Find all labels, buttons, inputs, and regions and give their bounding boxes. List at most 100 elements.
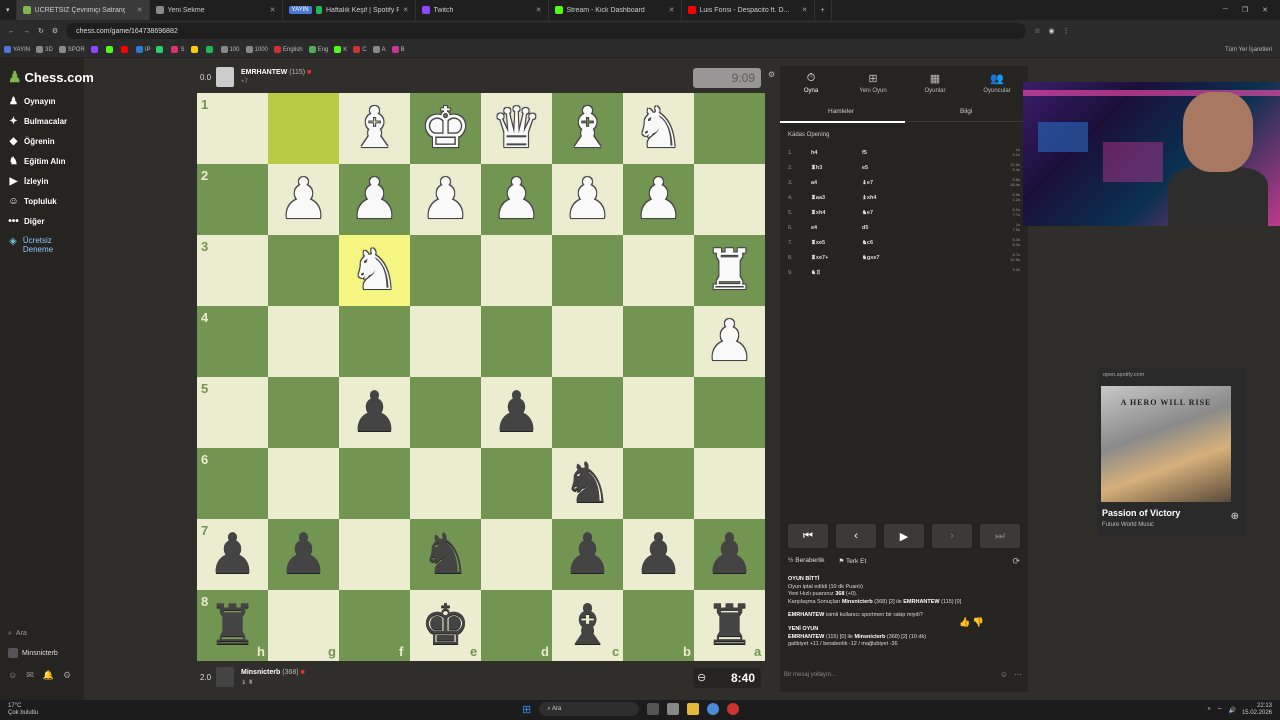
sidebar-item-5[interactable]: ☺ Topluluk — [8, 196, 56, 207]
white-move[interactable]: ♜xe5 — [811, 240, 825, 246]
white-piece-d2[interactable]: ♟ — [481, 164, 552, 235]
white-move[interactable]: ♜h3 — [811, 165, 822, 171]
tray-arrow-icon[interactable]: ˄ — [1207, 707, 1211, 713]
square-g1[interactable] — [268, 93, 339, 164]
task-view-icon[interactable] — [647, 703, 660, 715]
clock[interactable]: 22:13 15.02.2026 — [1242, 703, 1272, 717]
profile-icon[interactable]: ◉ — [1048, 27, 1054, 35]
browser-tab[interactable]: Stream - Kick Dashboard ✕ — [549, 0, 682, 20]
square-a5[interactable] — [694, 377, 765, 448]
browser-tab[interactable]: Yeni Sekme ✕ — [150, 0, 283, 20]
emoji-icon[interactable]: ☺ — [1000, 670, 1008, 679]
bookmark-item[interactable]: K — [334, 46, 347, 53]
play-button[interactable]: ▶ — [884, 524, 924, 548]
browser-tab[interactable]: ÜCRETSİZ Çevrimiçi Satranç Oy... ✕ — [16, 0, 150, 20]
windows-start-icon[interactable]: ⊞ — [522, 703, 531, 716]
square-d6[interactable] — [481, 448, 552, 519]
square-b4[interactable] — [623, 306, 694, 377]
messages-icon[interactable]: ✉ — [26, 670, 34, 681]
sidebar-item-3[interactable]: ♞ Eğitim Alın — [8, 156, 65, 167]
browser-tab[interactable]: YAYIN Haftalık Keşif | Spotify Playl... ✕ — [283, 0, 416, 20]
tab-close-icon[interactable]: ✕ — [536, 6, 542, 14]
url-field[interactable]: chess.com/game/164738696882 — [66, 23, 1027, 39]
black-piece-b7[interactable]: ♟ — [623, 519, 694, 590]
white-piece-f3[interactable]: ♞ — [339, 235, 410, 306]
square-d7[interactable] — [481, 519, 552, 590]
all-bookmarks-link[interactable]: Tüm Yer İşaretleri — [1225, 47, 1280, 53]
obs-icon[interactable] — [727, 703, 740, 715]
square-b6[interactable] — [623, 448, 694, 519]
track-title[interactable]: Passion of Victory — [1102, 508, 1180, 518]
white-piece-f1[interactable]: ♝ — [339, 93, 410, 164]
chat-username[interactable]: Minsnicterb — [855, 634, 886, 640]
sidebar-user[interactable]: Minsnicterb — [8, 648, 58, 658]
black-piece-h8[interactable]: ♜ — [197, 590, 268, 661]
new-tab-button[interactable]: + — [815, 0, 832, 20]
white-piece-b2[interactable]: ♟ — [623, 164, 694, 235]
square-d4[interactable] — [481, 306, 552, 377]
tab-group-badge[interactable]: YAYIN — [288, 6, 312, 14]
square-f6[interactable] — [339, 448, 410, 519]
more-icon[interactable]: ⋯ — [1014, 670, 1022, 679]
star-icon[interactable]: ☆ — [1034, 27, 1040, 35]
bookmark-item[interactable] — [105, 46, 115, 53]
panel-tab-3[interactable]: 👥 Oyuncular — [966, 72, 1028, 94]
taskbar-search[interactable]: ⌕ Ara — [539, 702, 640, 716]
bookmark-item[interactable] — [90, 46, 100, 53]
bookmark-item[interactable]: C — [353, 46, 367, 53]
bookmark-item[interactable]: SPOR — [58, 46, 85, 53]
maximize-icon[interactable]: ❐ — [1242, 6, 1248, 14]
first-move-button[interactable]: ⏮ — [788, 524, 828, 548]
bookmark-item[interactable]: 100 — [220, 46, 240, 53]
white-piece-f2[interactable]: ♟ — [339, 164, 410, 235]
bookmark-item[interactable] — [205, 46, 215, 53]
add-track-icon[interactable]: ⊕ — [1231, 511, 1239, 522]
square-g6[interactable] — [268, 448, 339, 519]
bookmark-item[interactable] — [156, 46, 165, 53]
forward-icon[interactable]: → — [23, 28, 30, 35]
black-piece-c8[interactable]: ♝ — [552, 590, 623, 661]
thumbs-up-icon[interactable]: 👍 — [959, 617, 970, 627]
tab-close-icon[interactable]: ✕ — [669, 6, 675, 14]
board-settings-icon[interactable]: ⚙ — [768, 70, 775, 79]
square-g3[interactable] — [268, 235, 339, 306]
bookmark-item[interactable]: 1000 — [245, 46, 268, 53]
resign-button[interactable]: ⚑ Terk Et — [839, 557, 867, 565]
square-c4[interactable] — [552, 306, 623, 377]
chat-input[interactable]: Bir mesaj yollayın... — [784, 672, 836, 678]
bookmark-item[interactable]: English — [273, 46, 303, 53]
reload-icon[interactable]: ↻ — [38, 27, 44, 35]
white-move[interactable]: ♜xe7+ — [811, 255, 828, 261]
panel-tab-1[interactable]: ⊞ Yeni Oyun — [842, 72, 904, 94]
black-piece-a8[interactable]: ♜ — [694, 590, 765, 661]
sidebar-search[interactable]: ⌕ Ara — [8, 630, 27, 638]
friends-icon[interactable]: ☺ — [8, 670, 17, 681]
square-g4[interactable] — [268, 306, 339, 377]
black-move[interactable]: ♝xh4 — [862, 195, 876, 201]
chat-username[interactable]: EMRHANTEW — [903, 599, 939, 605]
square-a6[interactable] — [694, 448, 765, 519]
chat-username[interactable]: Minsnicterb — [842, 599, 873, 605]
square-b3[interactable] — [623, 235, 694, 306]
square-f4[interactable] — [339, 306, 410, 377]
notifications-icon[interactable]: 🔔 — [43, 670, 54, 681]
tab-close-icon[interactable]: ✕ — [403, 6, 409, 14]
white-move[interactable]: h4 — [811, 150, 817, 156]
tab-close-icon[interactable]: ✕ — [270, 6, 276, 14]
chrome-icon[interactable] — [707, 703, 720, 715]
black-piece-a7[interactable]: ♟ — [694, 519, 765, 590]
square-a2[interactable] — [694, 164, 765, 235]
browser-tab[interactable]: Twitch ✕ — [416, 0, 549, 20]
black-piece-c7[interactable]: ♟ — [552, 519, 623, 590]
black-move[interactable]: d5 — [862, 225, 868, 231]
white-piece-a4[interactable]: ♟ — [694, 306, 765, 377]
white-move[interactable]: e4 — [811, 225, 817, 231]
weather-widget[interactable]: 17°C Çok bulutlu — [8, 703, 38, 717]
bottom-player-avatar[interactable] — [216, 667, 234, 687]
tab-close-icon[interactable]: ✕ — [802, 6, 808, 14]
white-piece-a3[interactable]: ♜ — [694, 235, 765, 306]
tab-close-icon[interactable]: ✕ — [137, 6, 143, 14]
album-art[interactable]: A HERO WILL RISE — [1101, 386, 1231, 502]
sidebar-item-6[interactable]: ••• Diğer — [8, 216, 44, 227]
menu-icon[interactable]: ⋮ — [1063, 27, 1070, 35]
